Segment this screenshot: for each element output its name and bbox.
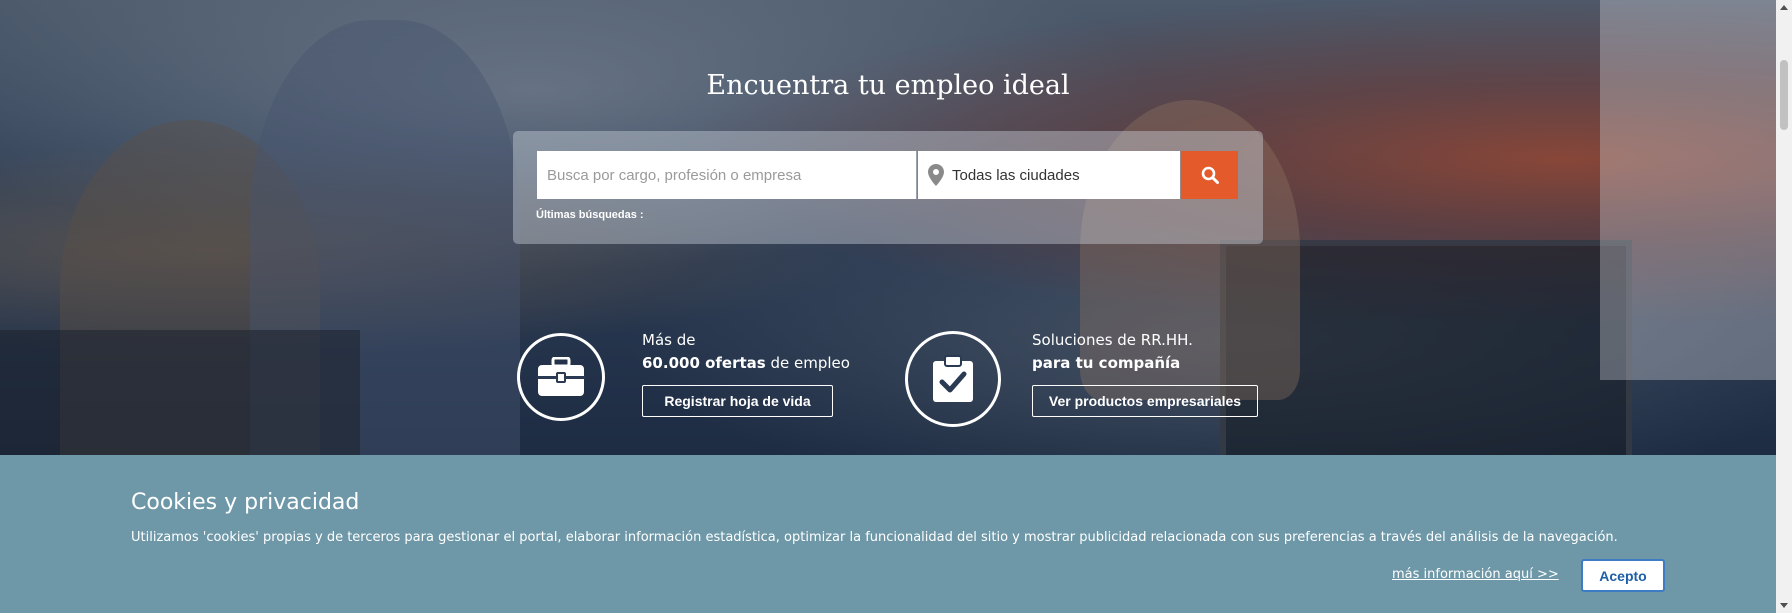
companies-promo-line1: Soluciones de RR.HH. <box>1032 331 1193 349</box>
briefcase-icon <box>537 357 585 396</box>
hero-title: Encuentra tu empleo ideal <box>706 70 1070 101</box>
hero-banner: Encuentra tu empleo ideal Todas las ciud… <box>0 0 1776 455</box>
recent-searches-label: Últimas búsquedas : <box>536 209 644 221</box>
candidates-promo-line2: 60.000 ofertas de empleo <box>642 352 850 375</box>
scroll-up-arrow-icon[interactable] <box>1780 5 1788 10</box>
background-photo-monitor-left <box>0 330 360 455</box>
briefcase-circle <box>517 333 605 421</box>
cookie-accept-button[interactable]: Acepto <box>1581 559 1665 592</box>
clipboard-check-icon <box>933 355 973 402</box>
page-scrollbar[interactable] <box>1776 0 1792 613</box>
companies-promo-text: Soluciones de RR.HH. para tu compañía <box>1032 329 1193 375</box>
companies-promo-bold: para tu compañía <box>1032 354 1181 372</box>
background-photo-window <box>1600 0 1776 380</box>
scroll-down-arrow-icon[interactable] <box>1780 603 1788 608</box>
candidates-promo-rest: de empleo <box>765 354 850 372</box>
city-select-value: Todas las ciudades <box>952 166 1080 184</box>
cookie-text: Utilizamos 'cookies' propias y de tercer… <box>131 530 1618 545</box>
candidates-promo-bold: 60.000 ofertas <box>642 354 766 372</box>
search-icon <box>1201 166 1219 184</box>
companies-promo-line2: para tu compañía <box>1032 352 1193 375</box>
search-button[interactable] <box>1181 151 1238 199</box>
cookie-more-info-link[interactable]: más información aquí >> <box>1392 567 1559 582</box>
business-products-button[interactable]: Ver productos empresariales <box>1032 385 1258 417</box>
register-cv-button[interactable]: Registrar hoja de vida <box>642 385 833 417</box>
candidates-promo-text: Más de 60.000 ofertas de empleo <box>642 329 850 375</box>
cookie-banner: Cookies y privacidad Utilizamos 'cookies… <box>0 455 1776 613</box>
clipboard-circle <box>905 331 1001 427</box>
cookie-title: Cookies y privacidad <box>131 490 360 515</box>
candidates-promo-line1: Más de <box>642 331 696 349</box>
city-select[interactable]: Todas las ciudades <box>918 151 1180 199</box>
search-input[interactable] <box>537 151 917 199</box>
scroll-thumb[interactable] <box>1780 60 1788 130</box>
map-pin-icon <box>928 164 944 186</box>
